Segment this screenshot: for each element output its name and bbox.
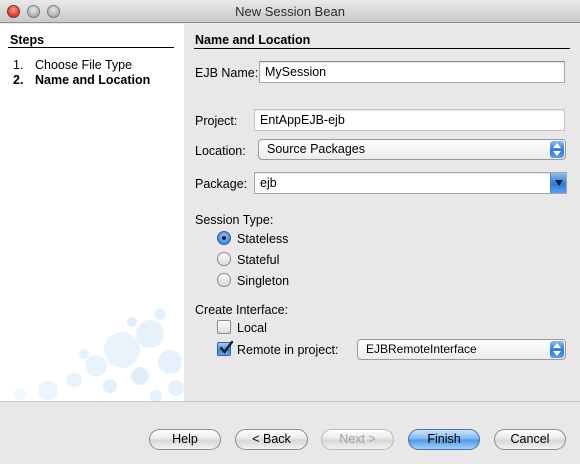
step-number: 1. <box>13 58 24 72</box>
chevron-down-icon[interactable] <box>550 173 566 193</box>
help-button[interactable]: Help <box>149 429 221 450</box>
section-divider <box>194 48 570 49</box>
finish-button[interactable]: Finish <box>408 429 480 450</box>
decorative-bubbles <box>14 308 184 401</box>
steps-heading: Steps <box>10 33 45 47</box>
local-checkbox[interactable] <box>217 320 231 334</box>
stateless-radio[interactable] <box>217 231 231 245</box>
remote-label: Remote in project: <box>237 343 339 357</box>
package-label: Package: <box>195 177 248 191</box>
cancel-button[interactable]: Cancel <box>494 429 566 450</box>
window-title: New Session Bean <box>235 4 345 19</box>
session-type-label: Session Type: <box>195 213 274 227</box>
back-button[interactable]: < Back <box>235 429 308 450</box>
singleton-label: Singleton <box>237 274 290 288</box>
location-label: Location: <box>195 144 246 158</box>
bottom-divider <box>0 401 580 402</box>
stateful-radio[interactable] <box>217 252 231 266</box>
section-title: Name and Location <box>195 33 311 47</box>
stateful-label: Stateful <box>237 253 280 267</box>
next-button[interactable]: Next > <box>321 429 394 450</box>
steps-panel: Steps 1. Choose File Type 2. Name and Loca… <box>0 24 184 401</box>
project-field: EntAppEJB-ejb <box>254 109 565 131</box>
step-label: Name and Location <box>35 73 151 87</box>
checkmark-icon <box>219 340 234 354</box>
select-stepper-icon <box>550 141 564 158</box>
step-choose-file-type: 1. Choose File Type <box>13 58 132 72</box>
remote-checkbox[interactable] <box>217 340 234 356</box>
step-name-and-location: 2. Name and Location <box>13 73 150 87</box>
ejb-name-input[interactable]: MySession <box>259 61 565 83</box>
singleton-radio[interactable] <box>217 273 231 287</box>
package-combobox[interactable]: ejb <box>254 172 567 194</box>
package-value: ejb <box>260 176 277 190</box>
project-label: Project: <box>195 114 238 128</box>
select-stepper-icon <box>550 341 564 358</box>
remote-project-select[interactable]: EJBRemoteInterface <box>357 339 566 360</box>
step-number: 2. <box>13 73 24 87</box>
location-select[interactable]: Source Packages <box>258 139 566 160</box>
step-label: Choose File Type <box>35 58 133 72</box>
create-interface-label: Create Interface: <box>195 303 289 317</box>
ejb-name-label: EJB Name: <box>195 66 259 80</box>
location-selected-value: Source Packages <box>267 142 365 156</box>
title-bar: New Session Bean <box>0 0 580 23</box>
steps-divider <box>8 47 174 48</box>
remote-project-value: EJBRemoteInterface <box>366 342 477 356</box>
stateless-label: Stateless <box>237 232 289 246</box>
local-label: Local <box>237 321 267 335</box>
